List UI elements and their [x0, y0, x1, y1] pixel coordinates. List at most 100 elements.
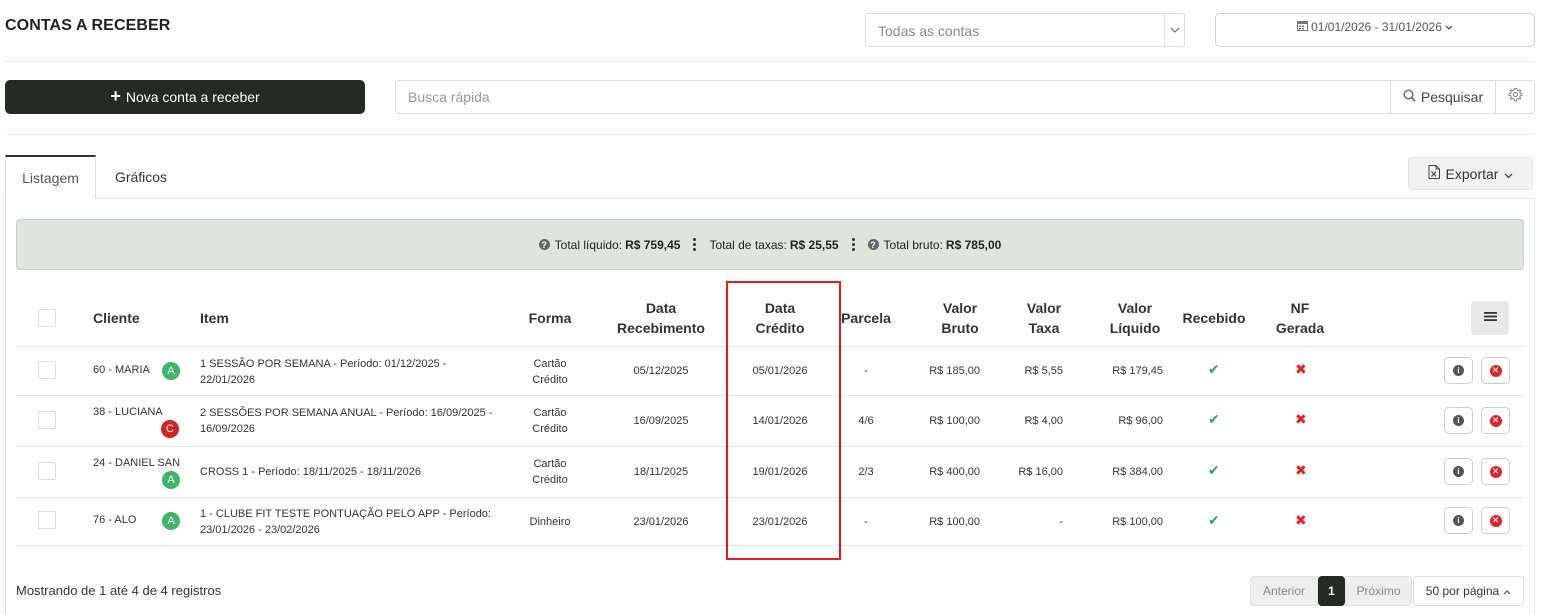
export-button[interactable]: Exportar: [1408, 157, 1533, 190]
cell-cliente[interactable]: 76 - ALO: [93, 512, 136, 528]
divider: [5, 134, 1535, 135]
per-page-select[interactable]: 50 por página: [1413, 576, 1524, 606]
col-item[interactable]: Item: [200, 308, 229, 328]
cell-parcela: -: [864, 516, 868, 528]
separator-dots-icon: [851, 238, 855, 251]
x-icon: ✖: [1295, 512, 1307, 528]
date-range-picker[interactable]: 01/01/2026 - 31/01/2026: [1215, 13, 1535, 47]
col-valor-taxa[interactable]: Valor Taxa: [1005, 298, 1083, 338]
chevron-up-icon: [1503, 584, 1511, 598]
info-button[interactable]: i: [1444, 507, 1473, 534]
question-icon[interactable]: ?: [867, 239, 879, 250]
col-parcela[interactable]: Parcela: [836, 308, 896, 328]
tab-listagem[interactable]: Listagem: [5, 155, 96, 199]
x-icon: ✖: [1295, 361, 1307, 377]
new-receivable-button[interactable]: + Nova conta a receber: [5, 80, 365, 114]
col-nf-gerada[interactable]: NF Gerada: [1262, 298, 1338, 338]
col-cliente[interactable]: Cliente: [93, 308, 140, 328]
col-data-recebimento-line2: Recebimento: [617, 320, 705, 336]
total-taxas-label: Total de taxas:: [709, 237, 787, 252]
status-badge: A: [162, 362, 180, 380]
total-bruto-value: R$ 785,00: [945, 237, 1002, 252]
columns-menu-button[interactable]: [1471, 301, 1509, 335]
chevron-down-icon: [1445, 20, 1453, 34]
highlight-box: [726, 281, 841, 560]
total-taxas: Total de taxas: R$ 25,55: [709, 238, 838, 252]
status-badge: A: [162, 512, 180, 530]
select-all-checkbox[interactable]: [38, 309, 56, 327]
cell-forma: Cartão Crédito: [532, 358, 568, 386]
pagination-info: Mostrando de 1 até 4 de 4 registros: [16, 583, 222, 598]
cell-valor-liquido: R$ 384,00: [1112, 466, 1163, 478]
cell-valor-bruto: R$ 400,00: [929, 466, 980, 478]
question-icon[interactable]: ?: [538, 239, 550, 250]
col-data-recebimento[interactable]: Data Recebimento: [605, 298, 717, 338]
col-valor-bruto[interactable]: Valor Bruto: [920, 298, 1000, 338]
info-button[interactable]: i: [1444, 357, 1473, 384]
total-bruto-label: Total bruto:: [883, 237, 943, 252]
status-badge: C: [161, 420, 179, 438]
chevron-down-icon: [1504, 166, 1513, 182]
cell-valor-liquido: R$ 179,45: [1112, 365, 1163, 377]
total-liquido-value: R$ 759,45: [625, 237, 681, 252]
prev-page-button[interactable]: Anterior: [1250, 576, 1318, 606]
col-valor-taxa-line1: Valor: [1026, 300, 1062, 316]
cell-cliente[interactable]: 38 - LUCIANA: [93, 404, 163, 420]
cell-cliente[interactable]: 24 - DANIEL SAN: [93, 455, 180, 471]
cancel-button[interactable]: ✕: [1481, 458, 1510, 485]
total-liquido-label: Total líquido:: [554, 237, 623, 252]
cell-forma: Dinheiro: [529, 516, 571, 528]
cell-data-recebimento: 16/09/2025: [633, 415, 689, 427]
cell-parcela: -: [864, 365, 868, 377]
cell-valor-bruto: R$ 100,00: [929, 516, 980, 528]
col-forma[interactable]: Forma: [520, 308, 580, 328]
cell-forma: Cartão Crédito: [532, 407, 568, 435]
row-checkbox[interactable]: [38, 361, 56, 379]
col-valor-liquido-line2: Líquido: [1109, 320, 1161, 336]
settings-button[interactable]: [1495, 80, 1535, 114]
cell-parcela: 2/3: [858, 466, 874, 478]
close-circle-icon: ✕: [1489, 514, 1502, 527]
check-icon: ✔: [1208, 512, 1220, 528]
search-input[interactable]: [395, 80, 1391, 114]
cancel-button[interactable]: ✕: [1481, 357, 1510, 384]
close-circle-icon: ✕: [1489, 364, 1502, 377]
account-select[interactable]: Todas as contas: [865, 13, 1185, 47]
row-checkbox[interactable]: [38, 511, 56, 529]
col-valor-bruto-line1: Valor: [942, 300, 978, 316]
hamburger-icon: [1483, 309, 1497, 327]
col-nf-gerada-line1: NF: [1290, 300, 1310, 316]
tab-graficos[interactable]: Gráficos: [96, 155, 186, 199]
total-taxas-value: R$ 25,55: [789, 237, 839, 252]
cancel-button[interactable]: ✕: [1481, 507, 1510, 534]
cancel-button[interactable]: ✕: [1481, 407, 1510, 434]
cell-item: 2 SESSÕES POR SEMANA ANUAL - Período: 16…: [200, 407, 493, 435]
search-button[interactable]: Pesquisar: [1390, 80, 1496, 114]
cell-cliente[interactable]: 60 - MARIA: [93, 362, 150, 378]
info-icon: i: [1453, 466, 1464, 477]
cell-valor-liquido: R$ 96,00: [1118, 415, 1163, 427]
row-checkbox[interactable]: [38, 462, 56, 480]
col-valor-liquido[interactable]: Valor Líquido: [1095, 298, 1175, 338]
col-nf-gerada-line2: Gerada: [1275, 320, 1325, 336]
info-button[interactable]: i: [1444, 458, 1473, 485]
cell-data-recebimento: 05/12/2025: [633, 365, 689, 377]
close-circle-icon: ✕: [1489, 465, 1502, 478]
search-icon: [1403, 89, 1416, 105]
calendar-icon: [1297, 20, 1309, 34]
cell-valor-taxa: R$ 5,55: [1024, 365, 1063, 377]
cell-valor-bruto: R$ 185,00: [929, 365, 980, 377]
info-button[interactable]: i: [1444, 407, 1473, 434]
info-icon: i: [1453, 365, 1464, 376]
col-recebido[interactable]: Recebido: [1176, 308, 1252, 328]
next-page-button[interactable]: Próximo: [1345, 576, 1412, 606]
divider: [5, 61, 1535, 62]
per-page-value: 50 por página: [1425, 584, 1500, 598]
cell-data-recebimento: 18/11/2025: [633, 466, 689, 478]
page-1-button[interactable]: 1: [1318, 576, 1345, 606]
x-icon: ✖: [1295, 411, 1307, 427]
panel-border: [1534, 198, 1535, 614]
total-liquido: ? Total líquido: R$ 759,45: [538, 237, 681, 252]
cell-valor-taxa: R$ 16,00: [1018, 466, 1063, 478]
row-checkbox[interactable]: [38, 411, 56, 429]
